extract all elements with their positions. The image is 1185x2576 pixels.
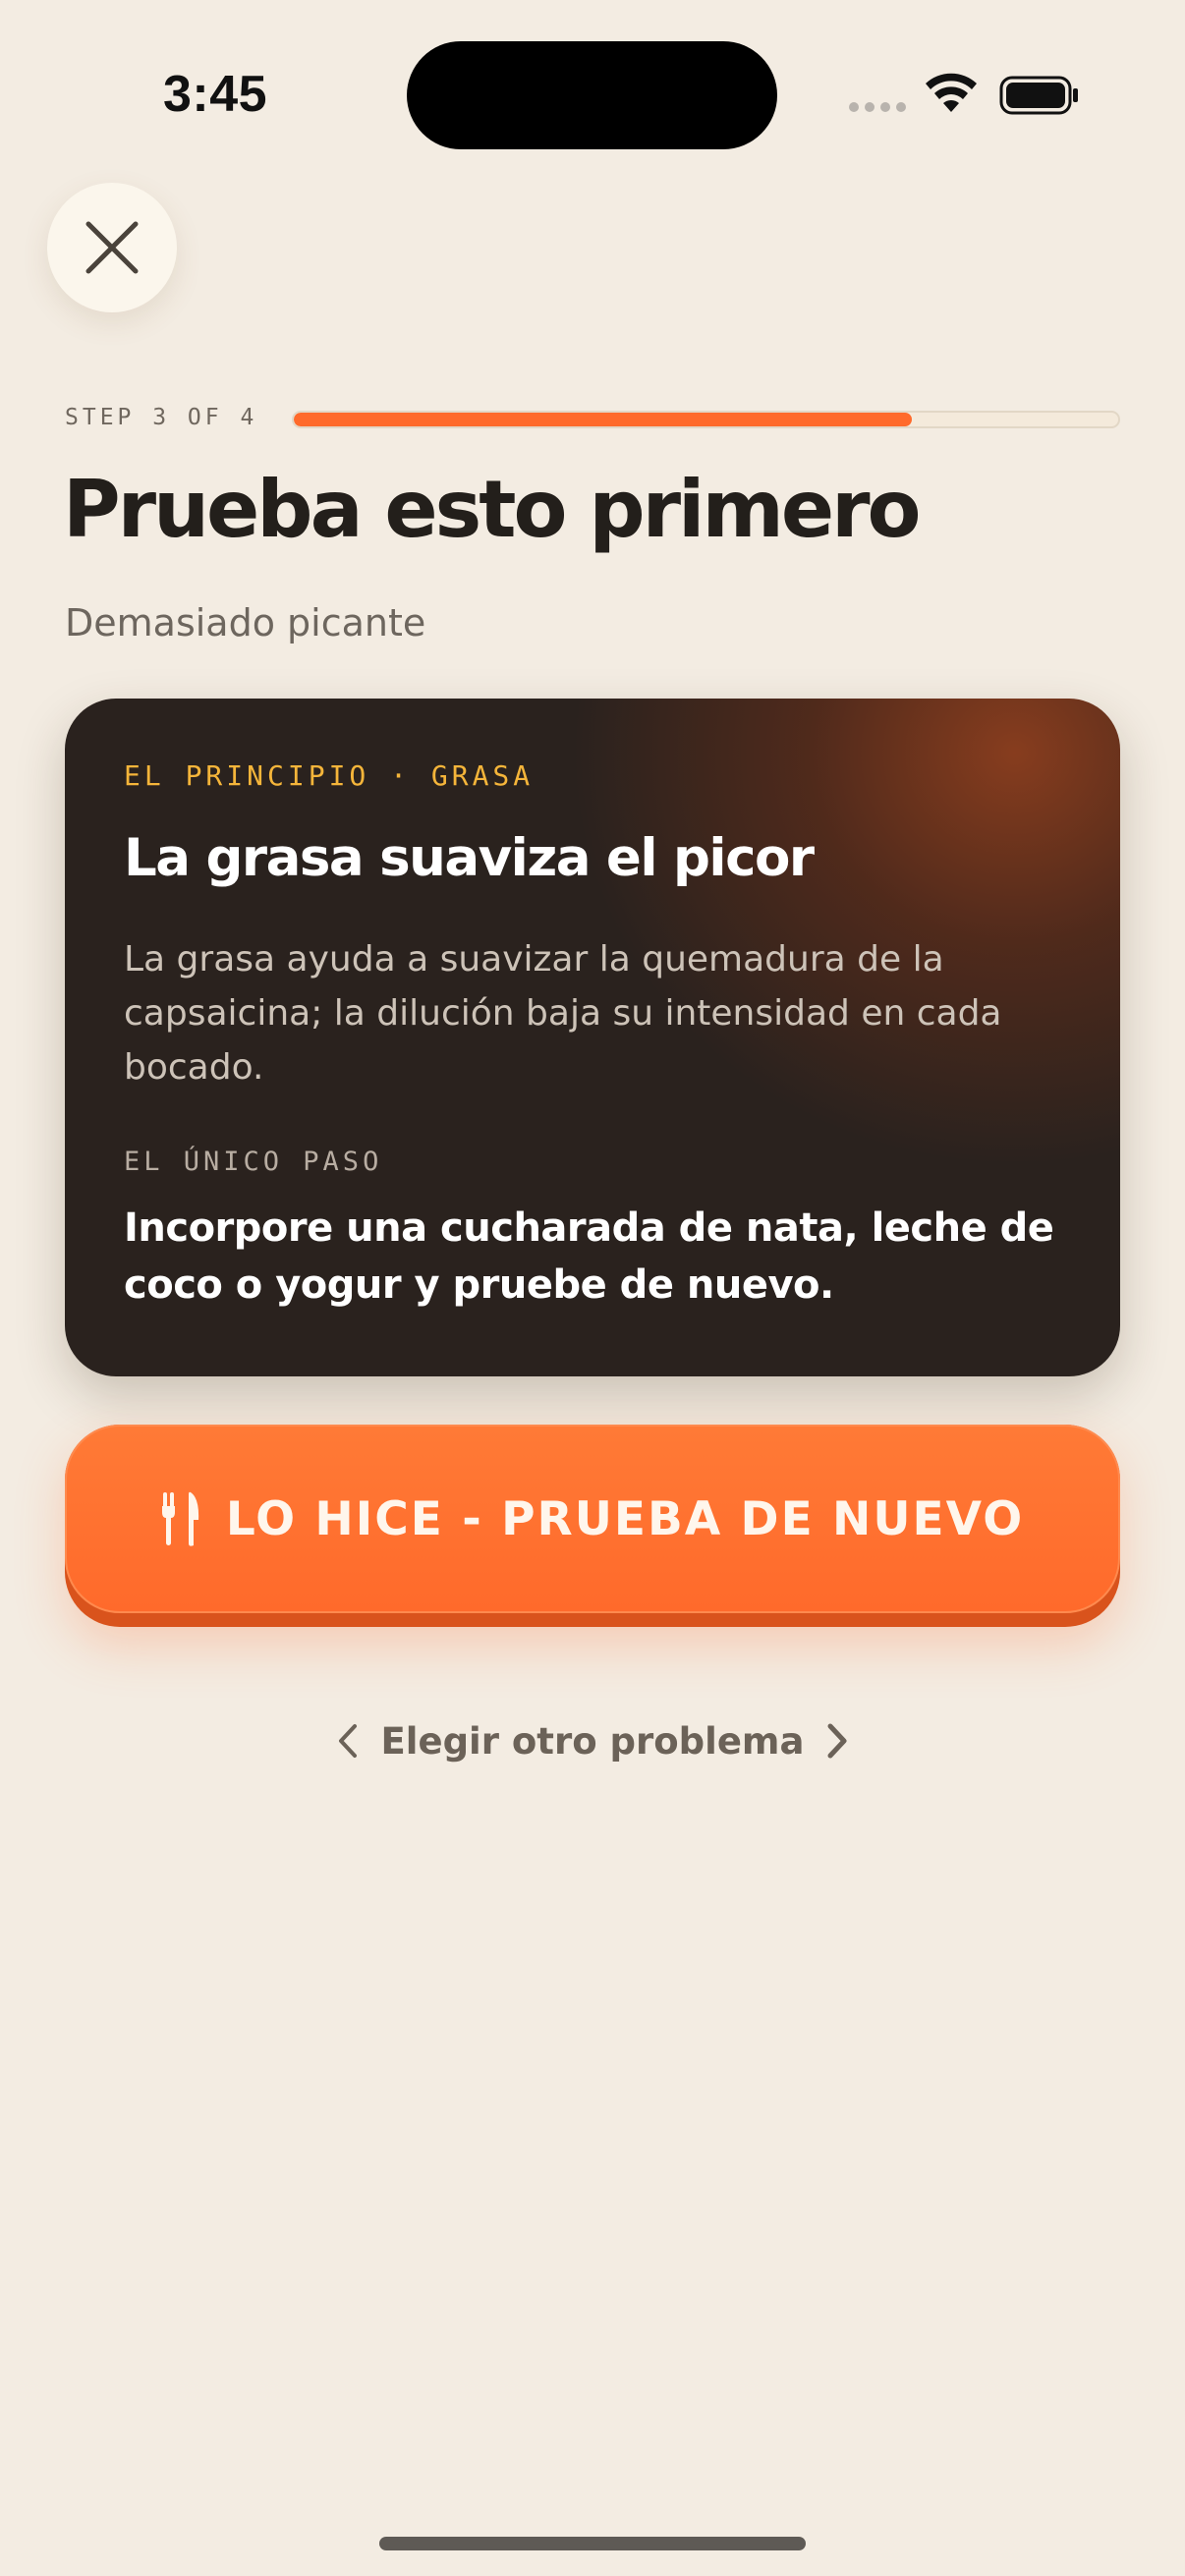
cta-face: LO HICE - PRUEBA DE NUEVO <box>65 1425 1120 1613</box>
home-indicator <box>379 2537 806 2550</box>
progress-fill <box>294 413 913 426</box>
fork-knife-icon <box>161 1491 198 1546</box>
card-step-label: EL ÚNICO PASO <box>124 1147 383 1177</box>
card-title: La grasa suaviza el picor <box>124 828 815 888</box>
page-title: Prueba esto primero <box>63 464 921 555</box>
choose-other-problem-link[interactable]: Elegir otro problema <box>334 1709 851 1772</box>
card-eyebrow: EL PRINCIPIO · GRASA <box>124 759 535 792</box>
close-button[interactable] <box>47 183 177 312</box>
screen: 3:45 STEP 3 OF 4 Prueba esto primero Dem… <box>0 0 1185 2576</box>
close-icon <box>85 221 139 274</box>
chevron-right-icon <box>827 1723 847 1759</box>
cta-label: LO HICE - PRUEBA DE NUEVO <box>225 1491 1025 1546</box>
battery-icon <box>999 76 1078 115</box>
status-time: 3:45 <box>163 66 268 123</box>
card-body: La grasa ayuda a suavizar la quemadura d… <box>124 939 1002 1088</box>
dynamic-island <box>407 41 777 149</box>
chevron-left-icon <box>338 1724 357 1758</box>
did-it-try-again-button[interactable]: LO HICE - PRUEBA DE NUEVO <box>65 1425 1120 1627</box>
other-problem-label: Elegir otro problema <box>380 1719 805 1763</box>
card-step-text: Incorpore una cucharada de nata, leche d… <box>124 1205 1054 1308</box>
wifi-icon <box>926 73 977 112</box>
page-subtitle: Demasiado picante <box>65 601 426 644</box>
cellular-signal-icon <box>849 102 908 116</box>
progress-bar <box>292 411 1120 428</box>
step-label: STEP 3 OF 4 <box>65 405 258 430</box>
principle-card: EL PRINCIPIO · GRASA La grasa suaviza el… <box>65 699 1120 1376</box>
